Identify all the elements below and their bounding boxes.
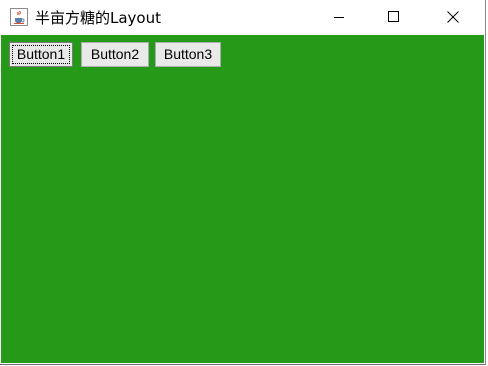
button-1-label: Button1	[12, 45, 70, 64]
title-bar[interactable]: 半亩方糖的Layout	[0, 0, 485, 35]
app-window: 半亩方糖的Layout Button1 Button2 Button3	[0, 0, 486, 365]
close-button[interactable]	[430, 0, 476, 35]
minimize-button[interactable]	[316, 0, 362, 35]
content-pane: Button1 Button2 Button3	[1, 35, 484, 363]
button-2-label: Button2	[90, 46, 140, 62]
button-2[interactable]: Button2	[81, 42, 149, 67]
button-1[interactable]: Button1	[9, 42, 73, 67]
maximize-button[interactable]	[370, 0, 416, 35]
java-coffee-cup-icon[interactable]	[10, 8, 28, 26]
minimize-icon	[334, 17, 344, 18]
maximize-icon	[388, 11, 399, 22]
close-icon	[447, 11, 459, 23]
button-3-label: Button3	[163, 46, 213, 62]
button-3[interactable]: Button3	[155, 42, 221, 67]
window-title: 半亩方糖的Layout	[35, 9, 161, 27]
